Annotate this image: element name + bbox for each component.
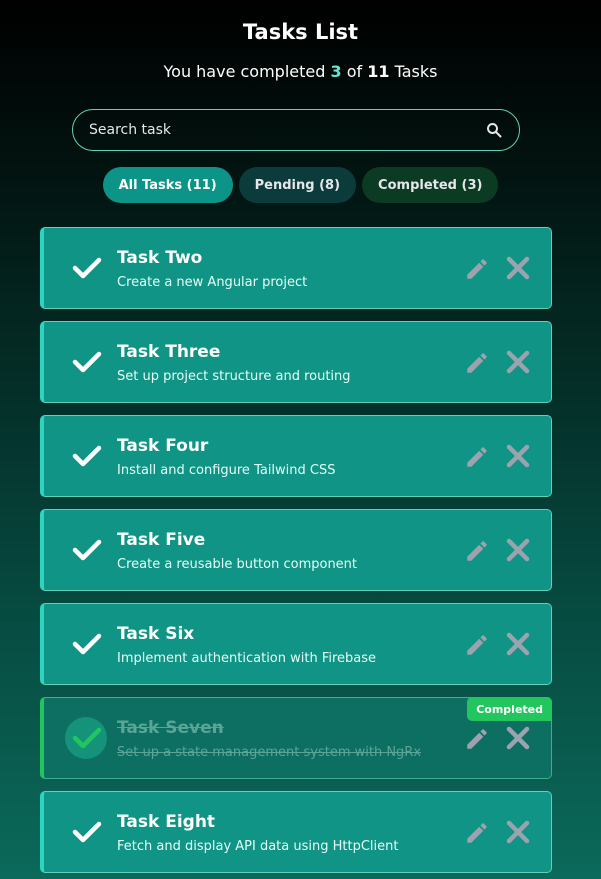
edit-task-button[interactable] [464, 538, 490, 564]
summary-of: of [346, 62, 363, 81]
pencil-icon [464, 447, 490, 474]
close-icon [504, 256, 532, 286]
task-description: Create a new Angular project [117, 275, 308, 290]
pencil-icon [464, 541, 490, 568]
filter-all-tasks[interactable]: All Tasks (11) [102, 167, 233, 203]
task-card[interactable]: Task Five Create a reusable button compon… [40, 509, 552, 591]
pencil-icon [464, 259, 490, 286]
filter-pending[interactable]: Pending (8) [238, 167, 357, 203]
task-title: Task Five [117, 530, 206, 550]
check-icon[interactable] [72, 820, 102, 844]
check-icon[interactable] [72, 350, 102, 374]
check-icon[interactable] [72, 632, 102, 656]
summary-suffix: Tasks [394, 62, 438, 81]
task-description: Fetch and display API data using HttpCli… [117, 839, 399, 854]
close-icon [504, 726, 532, 756]
check-icon[interactable] [72, 726, 102, 750]
edit-task-button[interactable] [464, 632, 490, 658]
delete-task-button[interactable] [504, 536, 532, 564]
edit-task-button[interactable] [464, 444, 490, 470]
filter-completed[interactable]: Completed (3) [362, 167, 499, 203]
close-icon [504, 632, 532, 662]
edit-task-button[interactable] [464, 726, 490, 752]
edit-task-button[interactable] [464, 820, 490, 846]
pencil-icon [464, 635, 490, 662]
task-description: Set up project structure and routing [117, 369, 351, 384]
check-icon[interactable] [72, 538, 102, 562]
edit-task-button[interactable] [464, 350, 490, 376]
delete-task-button[interactable] [504, 348, 532, 376]
task-card[interactable]: Task Seven Set up a state management syst… [40, 697, 552, 779]
pencil-icon [464, 823, 490, 850]
search-bar [72, 109, 520, 151]
task-description: Create a reusable button component [117, 557, 358, 572]
pencil-icon [464, 353, 490, 380]
task-title: Task Six [117, 624, 195, 644]
task-title: Task Three [117, 342, 221, 362]
task-card[interactable]: Task Six Implement authentication with Fi… [40, 603, 552, 685]
task-description: Implement authentication with Firebase [117, 651, 377, 666]
task-title: Task Seven [117, 718, 224, 738]
task-description: Set up a state management system with Ng… [117, 745, 422, 760]
delete-task-button[interactable] [504, 724, 532, 752]
close-icon [504, 350, 532, 380]
check-icon[interactable] [72, 256, 102, 280]
task-title: Task Two [117, 248, 203, 268]
delete-task-button[interactable] [504, 630, 532, 658]
edit-task-button[interactable] [464, 256, 490, 282]
summary-prefix: You have completed [163, 62, 326, 81]
close-icon [504, 444, 532, 474]
total-count: 11 [367, 62, 390, 81]
task-title: Task Eight [117, 812, 216, 832]
search-icon[interactable] [485, 121, 503, 139]
task-card[interactable]: Task Eight Fetch and display API data usi… [40, 791, 552, 873]
task-card[interactable]: Task Four Install and configure Tailwind … [40, 415, 552, 497]
page-title: Tasks List [242, 20, 359, 44]
delete-task-button[interactable] [504, 254, 532, 282]
task-card[interactable]: Task Two Create a new Angular project [40, 227, 552, 309]
task-title: Task Four [117, 436, 209, 456]
close-icon [504, 538, 532, 568]
task-card[interactable]: Task Three Set up project structure and r… [40, 321, 552, 403]
search-input[interactable] [89, 122, 485, 138]
completion-summary: You have completed 3 of 11 Tasks [0, 62, 601, 81]
completed-badge: Completed [467, 697, 552, 721]
filter-tabs: All Tasks (11) Pending (8) Completed (3) [0, 167, 601, 203]
close-icon [504, 820, 532, 850]
delete-task-button[interactable] [504, 442, 532, 470]
pencil-icon [464, 729, 490, 756]
completed-count: 3 [330, 62, 342, 81]
check-icon[interactable] [72, 444, 102, 468]
task-description: Install and configure Tailwind CSS [117, 463, 336, 478]
delete-task-button[interactable] [504, 818, 532, 846]
